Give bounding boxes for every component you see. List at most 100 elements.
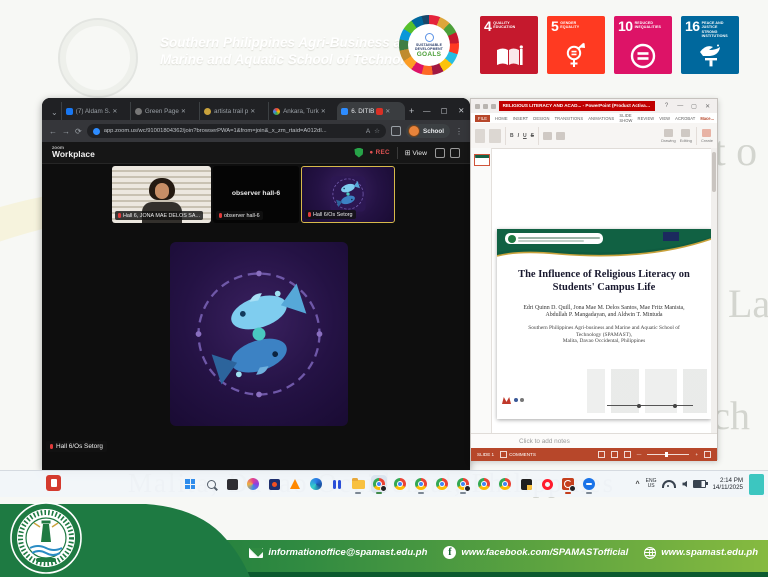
- save-icon[interactable]: [475, 104, 480, 109]
- footer-email[interactable]: informationoffice@spamast.edu.ph: [249, 547, 427, 558]
- italic-button[interactable]: I: [518, 133, 519, 139]
- chrome-profile-2-icon[interactable]: [413, 475, 429, 493]
- tab-close-icon[interactable]: ✕: [385, 108, 390, 115]
- zoom-slider-knob[interactable]: [665, 452, 668, 457]
- translate-icon[interactable]: A: [366, 128, 370, 135]
- browser-tab-1[interactable]: (7) Aldam S. ✕: [61, 102, 130, 120]
- edge-icon[interactable]: [308, 475, 324, 493]
- ppt-scrollbar[interactable]: [711, 148, 717, 433]
- opera-icon[interactable]: [539, 475, 555, 493]
- tab-close-icon[interactable]: ✕: [181, 108, 186, 115]
- powerpoint-taskbar-icon[interactable]: [560, 475, 576, 493]
- paste-icon[interactable]: [475, 129, 485, 143]
- strikethrough-button[interactable]: S: [531, 133, 534, 139]
- tab-close-icon[interactable]: ✕: [112, 108, 117, 115]
- chrome-profile-3-icon[interactable]: [434, 475, 450, 493]
- taskbar-search-icon[interactable]: [203, 475, 219, 493]
- reload-button[interactable]: ⟳: [75, 127, 82, 136]
- notes-area[interactable]: Click to add notes: [471, 433, 717, 449]
- back-button[interactable]: ←: [49, 127, 57, 136]
- browser-tab-2[interactable]: Green Page ✕: [130, 102, 199, 120]
- slide-authors[interactable]: Edri Quinn D. Quill, Jona Mae M. Delos S…: [497, 305, 711, 319]
- new-slide-icon[interactable]: [489, 129, 501, 143]
- volume-icon[interactable]: [682, 481, 687, 488]
- ppt-restore-button[interactable]: ▢: [689, 103, 700, 110]
- bold-button[interactable]: B: [510, 133, 514, 139]
- chrome-profile-4-icon[interactable]: [455, 475, 471, 493]
- tray-chevron-icon[interactable]: ^: [636, 481, 640, 488]
- idm-icon[interactable]: [329, 475, 345, 493]
- clock[interactable]: 2:14 PM 14/11/2025: [712, 477, 743, 492]
- browser-close-button[interactable]: ✕: [453, 106, 470, 115]
- footer-facebook[interactable]: f www.facebook.com/SPAMASTofficial: [443, 546, 628, 559]
- taskbar-widgets-icon[interactable]: [46, 475, 61, 491]
- security-shield-icon[interactable]: [354, 148, 363, 158]
- chrome-profile-1-icon[interactable]: [392, 475, 408, 493]
- create-pdf-group[interactable]: Create: [701, 129, 713, 143]
- drawing-group[interactable]: Drawing: [661, 129, 676, 143]
- align-icon[interactable]: [543, 132, 552, 140]
- active-speaker-stage[interactable]: [170, 242, 348, 426]
- ribbon-tab-slideshow[interactable]: SLIDE SHOW: [619, 113, 632, 123]
- ribbon-tab-insert[interactable]: INSERT: [513, 116, 529, 121]
- photos-icon[interactable]: [518, 475, 534, 493]
- chrome-profile-6-icon[interactable]: [497, 475, 513, 493]
- tab-search-chevron[interactable]: ⌄: [48, 108, 61, 117]
- participant-tile-hall6-active[interactable]: Hall 6/Os Setorg: [301, 166, 395, 223]
- ribbon-tab-design[interactable]: DESIGN: [533, 116, 549, 121]
- browser-tab-4[interactable]: Ankara, Turk ✕: [268, 102, 337, 120]
- expand-window-icon[interactable]: [450, 148, 460, 158]
- forward-button[interactable]: →: [62, 127, 70, 136]
- file-explorer-icon[interactable]: [350, 475, 366, 493]
- chrome-profile-5-icon[interactable]: [476, 475, 492, 493]
- profile-chip[interactable]: School: [406, 124, 450, 138]
- ppt-minimize-button[interactable]: —: [675, 103, 686, 109]
- bookmark-star-icon[interactable]: ☆: [374, 127, 380, 135]
- fit-slide-icon[interactable]: [704, 451, 711, 458]
- zoom-in-button[interactable]: +: [695, 452, 698, 457]
- notification-panel-icon[interactable]: [749, 474, 764, 495]
- office-hub-icon[interactable]: [266, 475, 282, 493]
- ribbon-tab-view[interactable]: VIEW: [659, 116, 670, 121]
- account-name[interactable]: Mace...: [700, 116, 714, 121]
- ribbon-tab-transitions[interactable]: TRANSITIONS: [555, 116, 584, 121]
- normal-view-icon[interactable]: [598, 451, 605, 458]
- battery-icon[interactable]: [693, 480, 706, 488]
- blue-app-icon[interactable]: [581, 475, 597, 493]
- scrollbar-thumb[interactable]: [712, 152, 716, 192]
- vlc-icon[interactable]: [287, 475, 303, 493]
- slide-title[interactable]: The Influence of Religious Literacy on S…: [497, 269, 711, 294]
- minimize-window-icon[interactable]: [435, 148, 445, 158]
- participant-tile-observer[interactable]: observer hall-6 observer hall-6: [213, 166, 299, 223]
- slide-affiliation[interactable]: Southern Philippines Agri-business and M…: [497, 325, 711, 345]
- task-view-icon[interactable]: [224, 475, 240, 493]
- slide-thumbnail-1[interactable]: 1: [474, 154, 490, 166]
- ribbon-tab-review[interactable]: REVIEW: [638, 116, 655, 121]
- zoom-slider[interactable]: [647, 454, 689, 455]
- language-indicator[interactable]: ENG US: [646, 479, 657, 490]
- footer-website[interactable]: www.spamast.edu.ph: [644, 547, 758, 559]
- view-button[interactable]: ⊞ View: [405, 149, 427, 157]
- undo-icon[interactable]: [483, 104, 488, 109]
- zoom-out-button[interactable]: —: [637, 452, 642, 457]
- browser-maximize-button[interactable]: ▢: [435, 106, 452, 115]
- comments-button[interactable]: COMMENTS: [500, 451, 536, 458]
- new-tab-button[interactable]: +: [405, 106, 418, 116]
- slide-canvas[interactable]: The Influence of Religious Literacy on S…: [497, 229, 711, 419]
- chrome-active-icon[interactable]: [371, 475, 387, 493]
- slideshow-view-icon[interactable]: [624, 451, 631, 458]
- tab-close-icon[interactable]: ✕: [321, 108, 326, 115]
- editing-group[interactable]: Editing: [680, 129, 692, 143]
- ribbon-tab-home[interactable]: HOME: [495, 116, 508, 121]
- ppt-close-button[interactable]: ✕: [702, 103, 713, 110]
- address-bar[interactable]: app.zoom.us/wc/91001804362/join?browserP…: [87, 124, 386, 138]
- ribbon-tab-file[interactable]: FILE: [475, 115, 490, 122]
- wifi-icon[interactable]: [662, 480, 676, 488]
- list-icon[interactable]: [556, 132, 565, 140]
- underline-button[interactable]: U: [523, 133, 527, 139]
- redo-icon[interactable]: [491, 104, 496, 109]
- participant-video-jona[interactable]: Hall 6, JONA MAE DELOS SA...: [112, 166, 211, 223]
- browser-minimize-button[interactable]: —: [418, 106, 435, 115]
- side-panel-icon[interactable]: [391, 126, 401, 136]
- tab-close-icon[interactable]: ✕: [250, 108, 255, 115]
